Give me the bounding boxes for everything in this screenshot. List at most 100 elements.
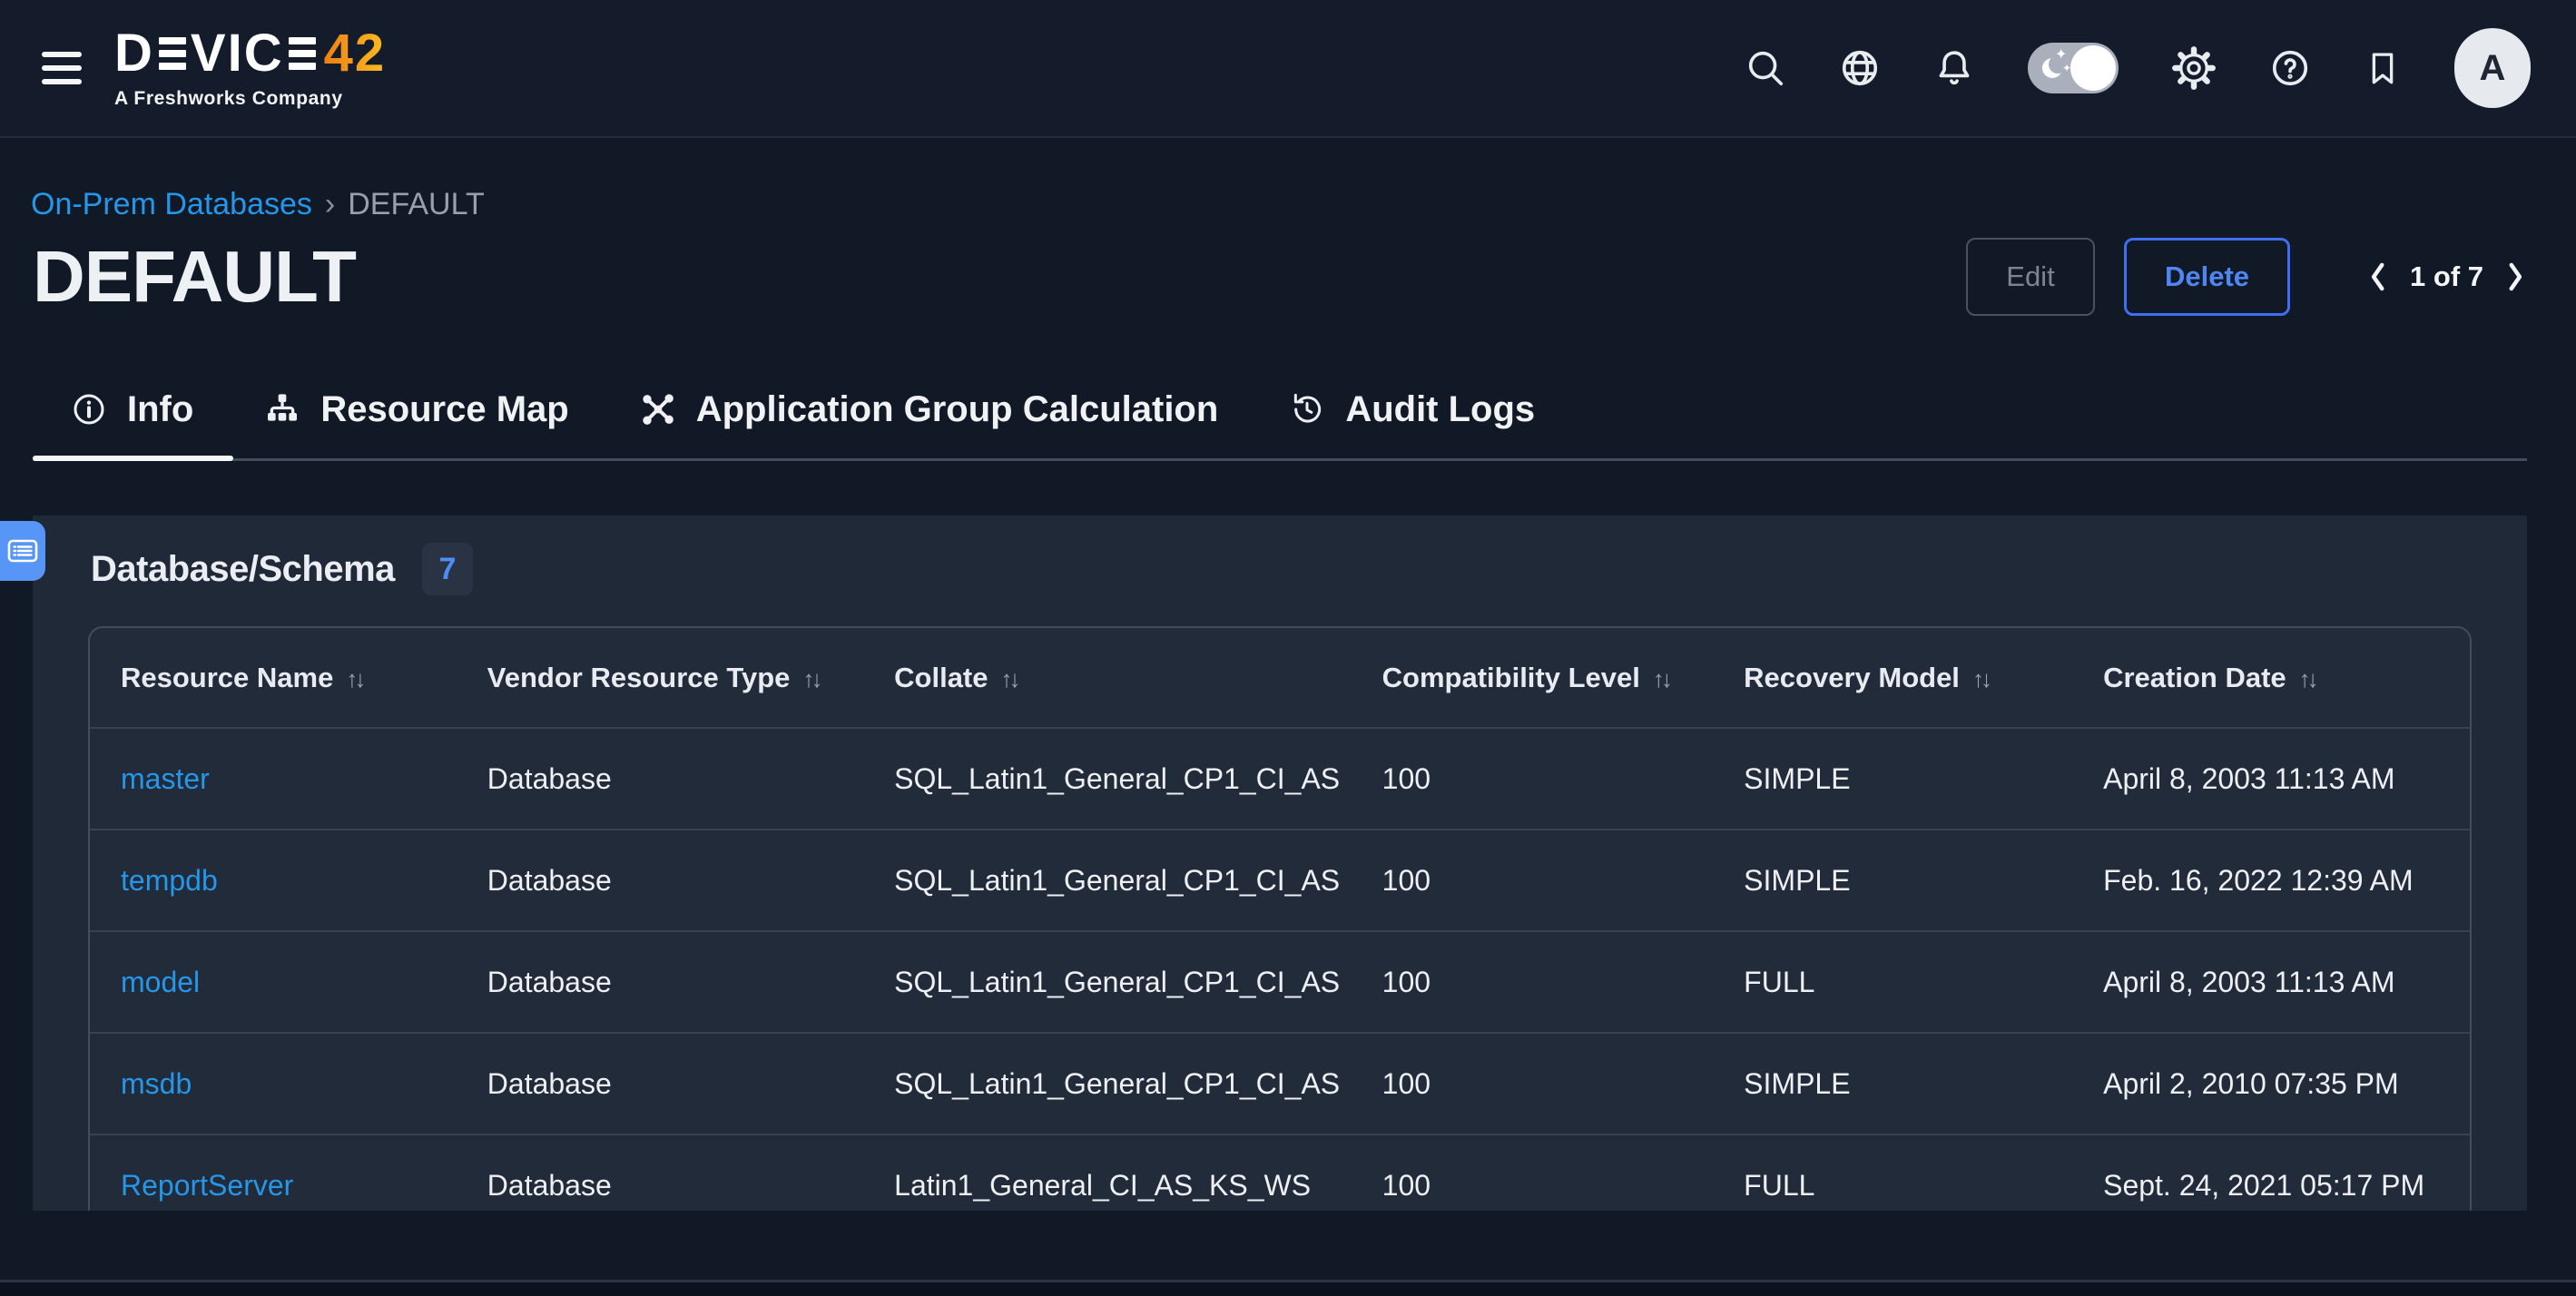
- resource-link[interactable]: master: [121, 762, 210, 795]
- history-icon: [1289, 391, 1325, 427]
- globe-icon[interactable]: [1839, 47, 1881, 89]
- column-label: Vendor Resource Type: [487, 662, 791, 693]
- list-icon: [6, 537, 39, 565]
- page: D VIC 42 A Freshworks Company: [0, 0, 2576, 1296]
- logo-letter: D: [114, 27, 154, 80]
- logo-text: D VIC 42: [114, 27, 386, 80]
- pagination-text: 1 of 7: [2410, 260, 2483, 293]
- cell-resource_name: master: [90, 728, 457, 830]
- content-panel-wrap: Database/Schema 7 Resource Name↑↓Vendor …: [0, 515, 2576, 1211]
- device42-logo[interactable]: D VIC 42 A Freshworks Company: [114, 27, 386, 110]
- column-label: Recovery Model: [1744, 662, 1960, 693]
- cell-collate: Latin1_General_CI_AS_KS_WS: [863, 1134, 1352, 1211]
- breadcrumb-current: DEFAULT: [348, 187, 485, 222]
- column-label: Creation Date: [2103, 662, 2286, 693]
- cell-compatibility_level: 100: [1352, 728, 1714, 830]
- cell-vendor_resource_type: Database: [457, 830, 863, 931]
- cell-creation_date: April 8, 2003 11:13 AM: [2072, 931, 2470, 1033]
- tab-resource-map[interactable]: Resource Map: [264, 388, 608, 458]
- breadcrumb: On-Prem Databases › DEFAULT: [31, 187, 2576, 222]
- search-icon[interactable]: [1745, 47, 1786, 89]
- cell-creation_date: April 2, 2010 07:35 PM: [2072, 1033, 2470, 1134]
- prev-record-icon[interactable]: [2368, 261, 2386, 292]
- cell-creation_date: Feb. 16, 2022 12:39 AM: [2072, 830, 2470, 931]
- delete-button[interactable]: Delete: [2124, 238, 2290, 316]
- page-title: DEFAULT: [33, 237, 356, 317]
- column-header-compatibility_level[interactable]: Compatibility Level ↑↓: [1352, 628, 1714, 728]
- cell-compatibility_level: 100: [1352, 931, 1714, 1033]
- cell-resource_name: msdb: [90, 1033, 457, 1134]
- logo-subtitle: A Freshworks Company: [114, 88, 386, 110]
- cell-compatibility_level: 100: [1352, 1033, 1714, 1134]
- bell-icon[interactable]: [1933, 47, 1975, 89]
- help-icon[interactable]: [2269, 47, 2311, 89]
- edit-button[interactable]: Edit: [1966, 238, 2095, 316]
- resource-link[interactable]: model: [121, 966, 200, 998]
- table-row: ReportServer DatabaseLatin1_General_CI_AS…: [90, 1134, 2470, 1211]
- logo-letters: VIC: [191, 27, 284, 80]
- menu-icon[interactable]: [42, 52, 82, 84]
- sort-icon[interactable]: ↑↓: [1972, 665, 1989, 692]
- cell-collate: SQL_Latin1_General_CP1_CI_AS: [863, 728, 1352, 830]
- avatar[interactable]: A: [2454, 28, 2531, 108]
- sort-icon[interactable]: ↑↓: [1001, 665, 1018, 692]
- cell-creation_date: April 8, 2003 11:13 AM: [2072, 728, 2470, 830]
- sort-icon[interactable]: ↑↓: [346, 665, 362, 692]
- cell-resource_name: model: [90, 931, 457, 1033]
- dark-mode-toggle[interactable]: [2028, 43, 2119, 93]
- cell-compatibility_level: 100: [1352, 830, 1714, 931]
- resource-link[interactable]: msdb: [121, 1067, 192, 1100]
- cell-recovery_model: FULL: [1713, 1134, 2072, 1211]
- column-header-vendor_resource_type[interactable]: Vendor Resource Type ↑↓: [457, 628, 863, 728]
- cell-creation_date: Sept. 24, 2021 05:17 PM: [2072, 1134, 2470, 1211]
- breadcrumb-parent-link[interactable]: On-Prem Databases: [31, 187, 312, 222]
- cell-vendor_resource_type: Database: [457, 1134, 863, 1211]
- sort-icon[interactable]: ↑↓: [1653, 665, 1669, 692]
- logo-e-glyph: [159, 37, 186, 70]
- tab-application-group-calculation[interactable]: Application Group Calculation: [640, 388, 1259, 458]
- cell-resource_name: tempdb: [90, 830, 457, 931]
- topbar: D VIC 42 A Freshworks Company: [0, 0, 2576, 138]
- record-pagination: 1 of 7: [2368, 260, 2525, 293]
- table-header-row: Resource Name↑↓Vendor Resource Type↑↓Col…: [90, 628, 2470, 728]
- cell-compatibility_level: 100: [1352, 1134, 1714, 1211]
- header-actions: Edit Delete 1 of 7: [1966, 238, 2525, 316]
- column-label: Compatibility Level: [1382, 662, 1640, 693]
- table-row: tempdbDatabaseSQL_Latin1_General_CP1_CI_…: [90, 830, 2470, 931]
- count-badge: 7: [422, 543, 473, 595]
- table-row: model DatabaseSQL_Latin1_General_CP1_CI_A…: [90, 931, 2470, 1033]
- tab-info[interactable]: Info: [33, 388, 233, 458]
- gear-icon[interactable]: [2171, 45, 2217, 91]
- cell-recovery_model: SIMPLE: [1713, 1033, 2072, 1134]
- column-label: Collate: [894, 662, 988, 693]
- database-schema-table: Resource Name↑↓Vendor Resource Type↑↓Col…: [88, 626, 2472, 1211]
- info-panel: Database/Schema 7 Resource Name↑↓Vendor …: [33, 515, 2527, 1211]
- bottom-edge: [0, 1280, 2576, 1296]
- resource-link[interactable]: ReportServer: [121, 1169, 293, 1202]
- cell-vendor_resource_type: Database: [457, 728, 863, 830]
- bookmark-icon[interactable]: [2364, 47, 2402, 89]
- logo-e-glyph: [289, 37, 316, 70]
- cell-vendor_resource_type: Database: [457, 931, 863, 1033]
- sort-icon[interactable]: ↑↓: [2299, 665, 2315, 692]
- toggle-knob: [2070, 45, 2116, 91]
- column-label: Resource Name: [121, 662, 333, 693]
- column-header-recovery_model[interactable]: Recovery Model ↑↓: [1713, 628, 2072, 728]
- cell-recovery_model: FULL: [1713, 931, 2072, 1033]
- column-header-resource_name[interactable]: Resource Name ↑↓: [90, 628, 457, 728]
- cell-collate: SQL_Latin1_General_CP1_CI_AS: [863, 1033, 1352, 1134]
- cell-vendor_resource_type: Database: [457, 1033, 863, 1134]
- cell-recovery_model: SIMPLE: [1713, 830, 2072, 931]
- table-row: master DatabaseSQL_Latin1_General_CP1_CI_…: [90, 728, 2470, 830]
- section-header: Database/Schema 7: [33, 515, 2527, 595]
- cell-collate: SQL_Latin1_General_CP1_CI_AS: [863, 931, 1352, 1033]
- column-header-collate[interactable]: Collate ↑↓: [863, 628, 1352, 728]
- next-record-icon[interactable]: [2507, 261, 2525, 292]
- tab-audit-logs[interactable]: Audit Logs: [1289, 388, 1575, 458]
- topbar-icons: A: [1745, 28, 2531, 108]
- section-title: Database/Schema: [91, 549, 395, 590]
- side-panel-toggle[interactable]: [0, 521, 45, 581]
- resource-link[interactable]: tempdb: [121, 864, 218, 897]
- sort-icon[interactable]: ↑↓: [802, 665, 819, 692]
- column-header-creation_date[interactable]: Creation Date ↑↓: [2072, 628, 2470, 728]
